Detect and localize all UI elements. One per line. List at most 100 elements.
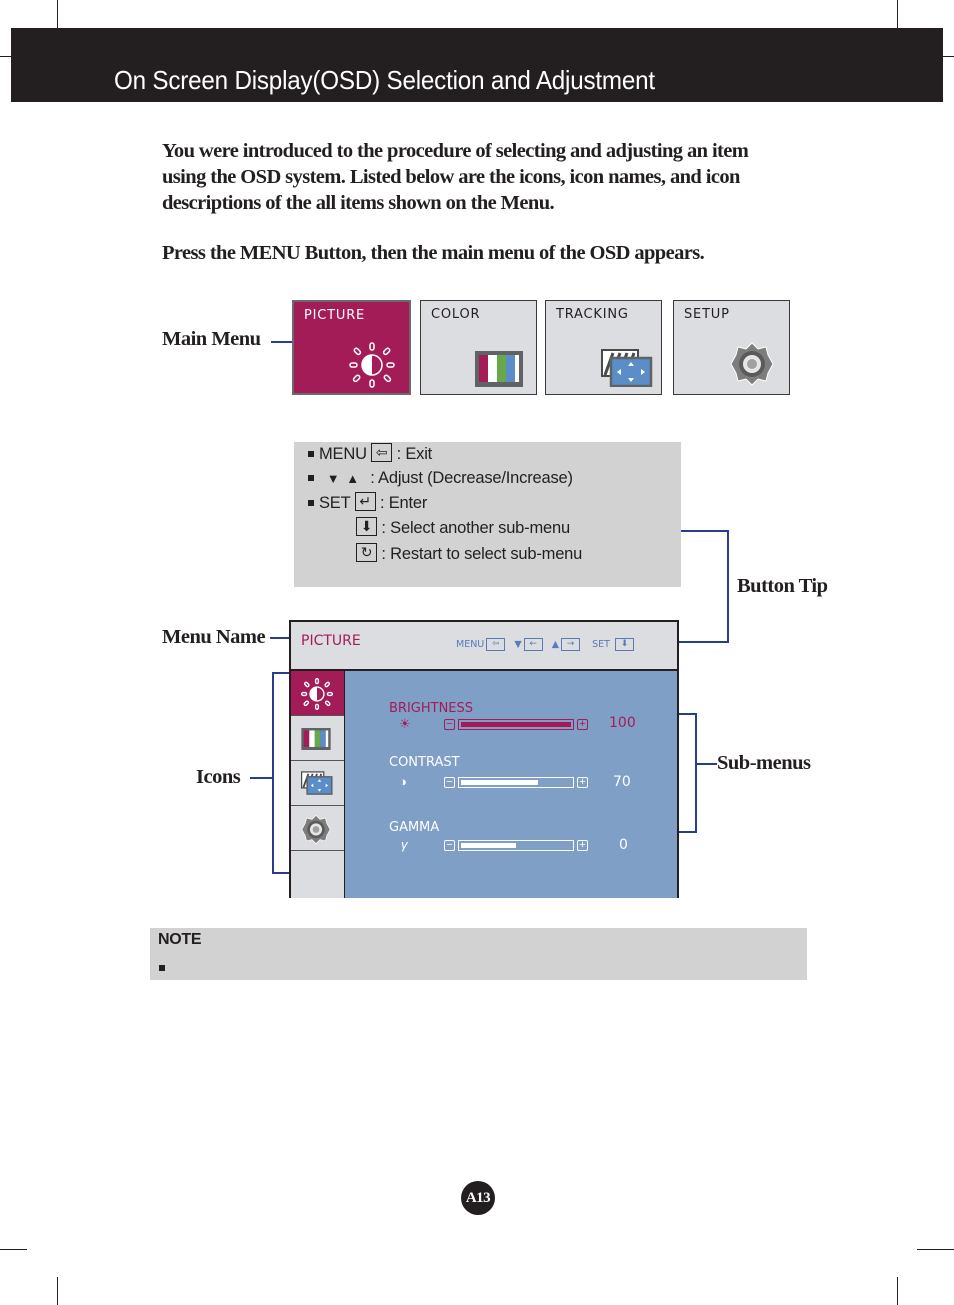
tip-row-restart: ↻ : Restart to select sub-menu	[356, 543, 583, 564]
main-menu-callout: Main Menu	[162, 328, 261, 350]
tip-desc: : Select another sub-menu	[381, 519, 570, 537]
submenu-value: 0	[619, 837, 628, 853]
submenu-label: BRIGHTNESS	[389, 701, 474, 716]
main-menu-tile-tracking[interactable]: TRACKING	[545, 300, 662, 395]
main-menu-tile-picture[interactable]: PICTURE	[292, 300, 411, 395]
bullet	[159, 965, 165, 971]
exit-icon: ⇦	[486, 638, 506, 651]
decrease-button[interactable]: −	[444, 719, 455, 730]
right-arrow-icon: →	[561, 638, 581, 651]
side-item-tracking[interactable]	[291, 761, 344, 806]
tile-label: SETUP	[684, 307, 730, 322]
submenu-label: CONTRAST	[389, 755, 460, 770]
brightness-icon	[301, 678, 333, 710]
slider-fill	[461, 843, 516, 848]
osd-submenu-panel: BRIGHTNESS ☀ − + 100 CONTRAST ◑ − + 70 G…	[345, 671, 677, 898]
icons-callout: Icons	[196, 766, 241, 788]
down-arrow-icon: ⬇	[356, 517, 377, 537]
crop-mark	[897, 1277, 898, 1305]
crop-mark	[57, 1277, 58, 1305]
down-triangle-icon: ▼	[514, 639, 522, 650]
tile-label: PICTURE	[304, 308, 366, 323]
crop-mark	[917, 1249, 954, 1250]
contrast-icon: ◑	[399, 774, 407, 789]
increase-button[interactable]: +	[577, 840, 588, 851]
main-menu-tile-color[interactable]: COLOR	[420, 300, 537, 395]
tip-desc: : Exit	[396, 445, 433, 463]
callout-line	[679, 641, 729, 643]
brightness-icon	[349, 342, 395, 388]
down-up-triangles-icon: ▼ ▲	[323, 471, 366, 486]
intro-line: using the OSD system. Listed below are t…	[162, 166, 740, 188]
callout-line	[272, 672, 290, 674]
callout-line	[679, 831, 697, 833]
decrease-button[interactable]: −	[444, 840, 455, 851]
sub-menus-callout: Sub-menus	[717, 752, 811, 774]
gamma-icon: γ	[401, 837, 408, 852]
slider-fill	[461, 722, 571, 727]
bullet	[308, 450, 314, 457]
crop-mark	[943, 56, 954, 57]
osd-menu-name: PICTURE	[301, 633, 361, 649]
color-bars-icon	[475, 351, 523, 387]
restart-icon: ↻	[356, 543, 377, 563]
tip-key: MENU	[319, 445, 367, 463]
gamma-slider[interactable]	[458, 840, 574, 851]
up-triangle-icon: ▲	[551, 639, 560, 650]
brightness-slider[interactable]	[458, 719, 574, 730]
button-tip-callout: Button Tip	[737, 575, 828, 597]
slider-fill	[461, 780, 538, 785]
page-number: A13	[461, 1181, 495, 1215]
menu-name-callout: Menu Name	[162, 626, 266, 648]
osd-window: PICTURE MENU ⇦ ▼ ← ▲ → SET ⬇ BRIGHTNESS …	[289, 620, 679, 898]
left-arrow-icon: ←	[523, 638, 543, 651]
intro-line: You were introduced to the procedure of …	[162, 140, 749, 162]
tip-row-select: ⬇ : Select another sub-menu	[356, 517, 570, 538]
header-bar: On Screen Display(OSD) Selection and Adj…	[11, 28, 943, 102]
contrast-slider[interactable]	[458, 777, 574, 788]
callout-line	[271, 341, 293, 343]
intro-line: descriptions of the all items shown on t…	[162, 192, 555, 214]
tip-desc: : Enter	[379, 494, 428, 512]
gear-icon	[730, 342, 774, 386]
bullet	[308, 474, 314, 481]
submenu-label: GAMMA	[389, 820, 440, 835]
tip-row-set: SET ↵ : Enter	[308, 492, 428, 513]
side-item-setup[interactable]	[291, 806, 344, 851]
button-tip-panel: MENU ⇦ : Exit ▼ ▲ : Adjust (Decrease/Inc…	[294, 442, 681, 587]
submenu-value: 100	[609, 715, 636, 731]
callout-line	[270, 637, 290, 639]
page-title: On Screen Display(OSD) Selection and Adj…	[114, 65, 655, 95]
tip-row-menu: MENU ⇦ : Exit	[308, 443, 433, 464]
tracking-icon	[301, 771, 333, 795]
gear-icon	[301, 814, 331, 845]
crop-mark	[57, 0, 58, 28]
submenu-value: 70	[613, 774, 631, 790]
tip-key: SET	[319, 494, 351, 512]
increase-button[interactable]: +	[577, 719, 588, 730]
crop-mark	[0, 56, 11, 57]
enter-icon: ↵	[354, 492, 376, 512]
tip-desc: : Restart to select sub-menu	[381, 545, 583, 563]
osd-icon-sidebar	[291, 671, 345, 898]
exit-icon: ⇦	[371, 443, 393, 463]
instruction-text: Press the MENU Button, then the main men…	[162, 242, 705, 264]
callout-line	[727, 530, 729, 643]
sun-icon: ☀	[399, 716, 411, 731]
tip-row-adjust: ▼ ▲ : Adjust (Decrease/Increase)	[308, 469, 573, 488]
tip-desc: : Adjust (Decrease/Increase)	[370, 469, 573, 487]
callout-line	[681, 530, 729, 532]
tracking-icon	[601, 349, 653, 387]
intro-paragraph: You were introduced to the procedure of …	[162, 138, 802, 216]
crop-mark	[897, 0, 898, 28]
main-menu-tile-setup[interactable]: SETUP	[673, 300, 790, 395]
decrease-button[interactable]: −	[444, 777, 455, 788]
side-item-color[interactable]	[291, 716, 344, 761]
down-arrow-icon: ⬇	[614, 638, 634, 651]
increase-button[interactable]: +	[577, 777, 588, 788]
color-bars-icon	[301, 728, 331, 750]
callout-line	[272, 672, 274, 874]
side-item-picture[interactable]	[291, 671, 344, 716]
callout-line	[695, 713, 697, 833]
osd-header: PICTURE MENU ⇦ ▼ ← ▲ → SET ⬇	[291, 622, 677, 671]
